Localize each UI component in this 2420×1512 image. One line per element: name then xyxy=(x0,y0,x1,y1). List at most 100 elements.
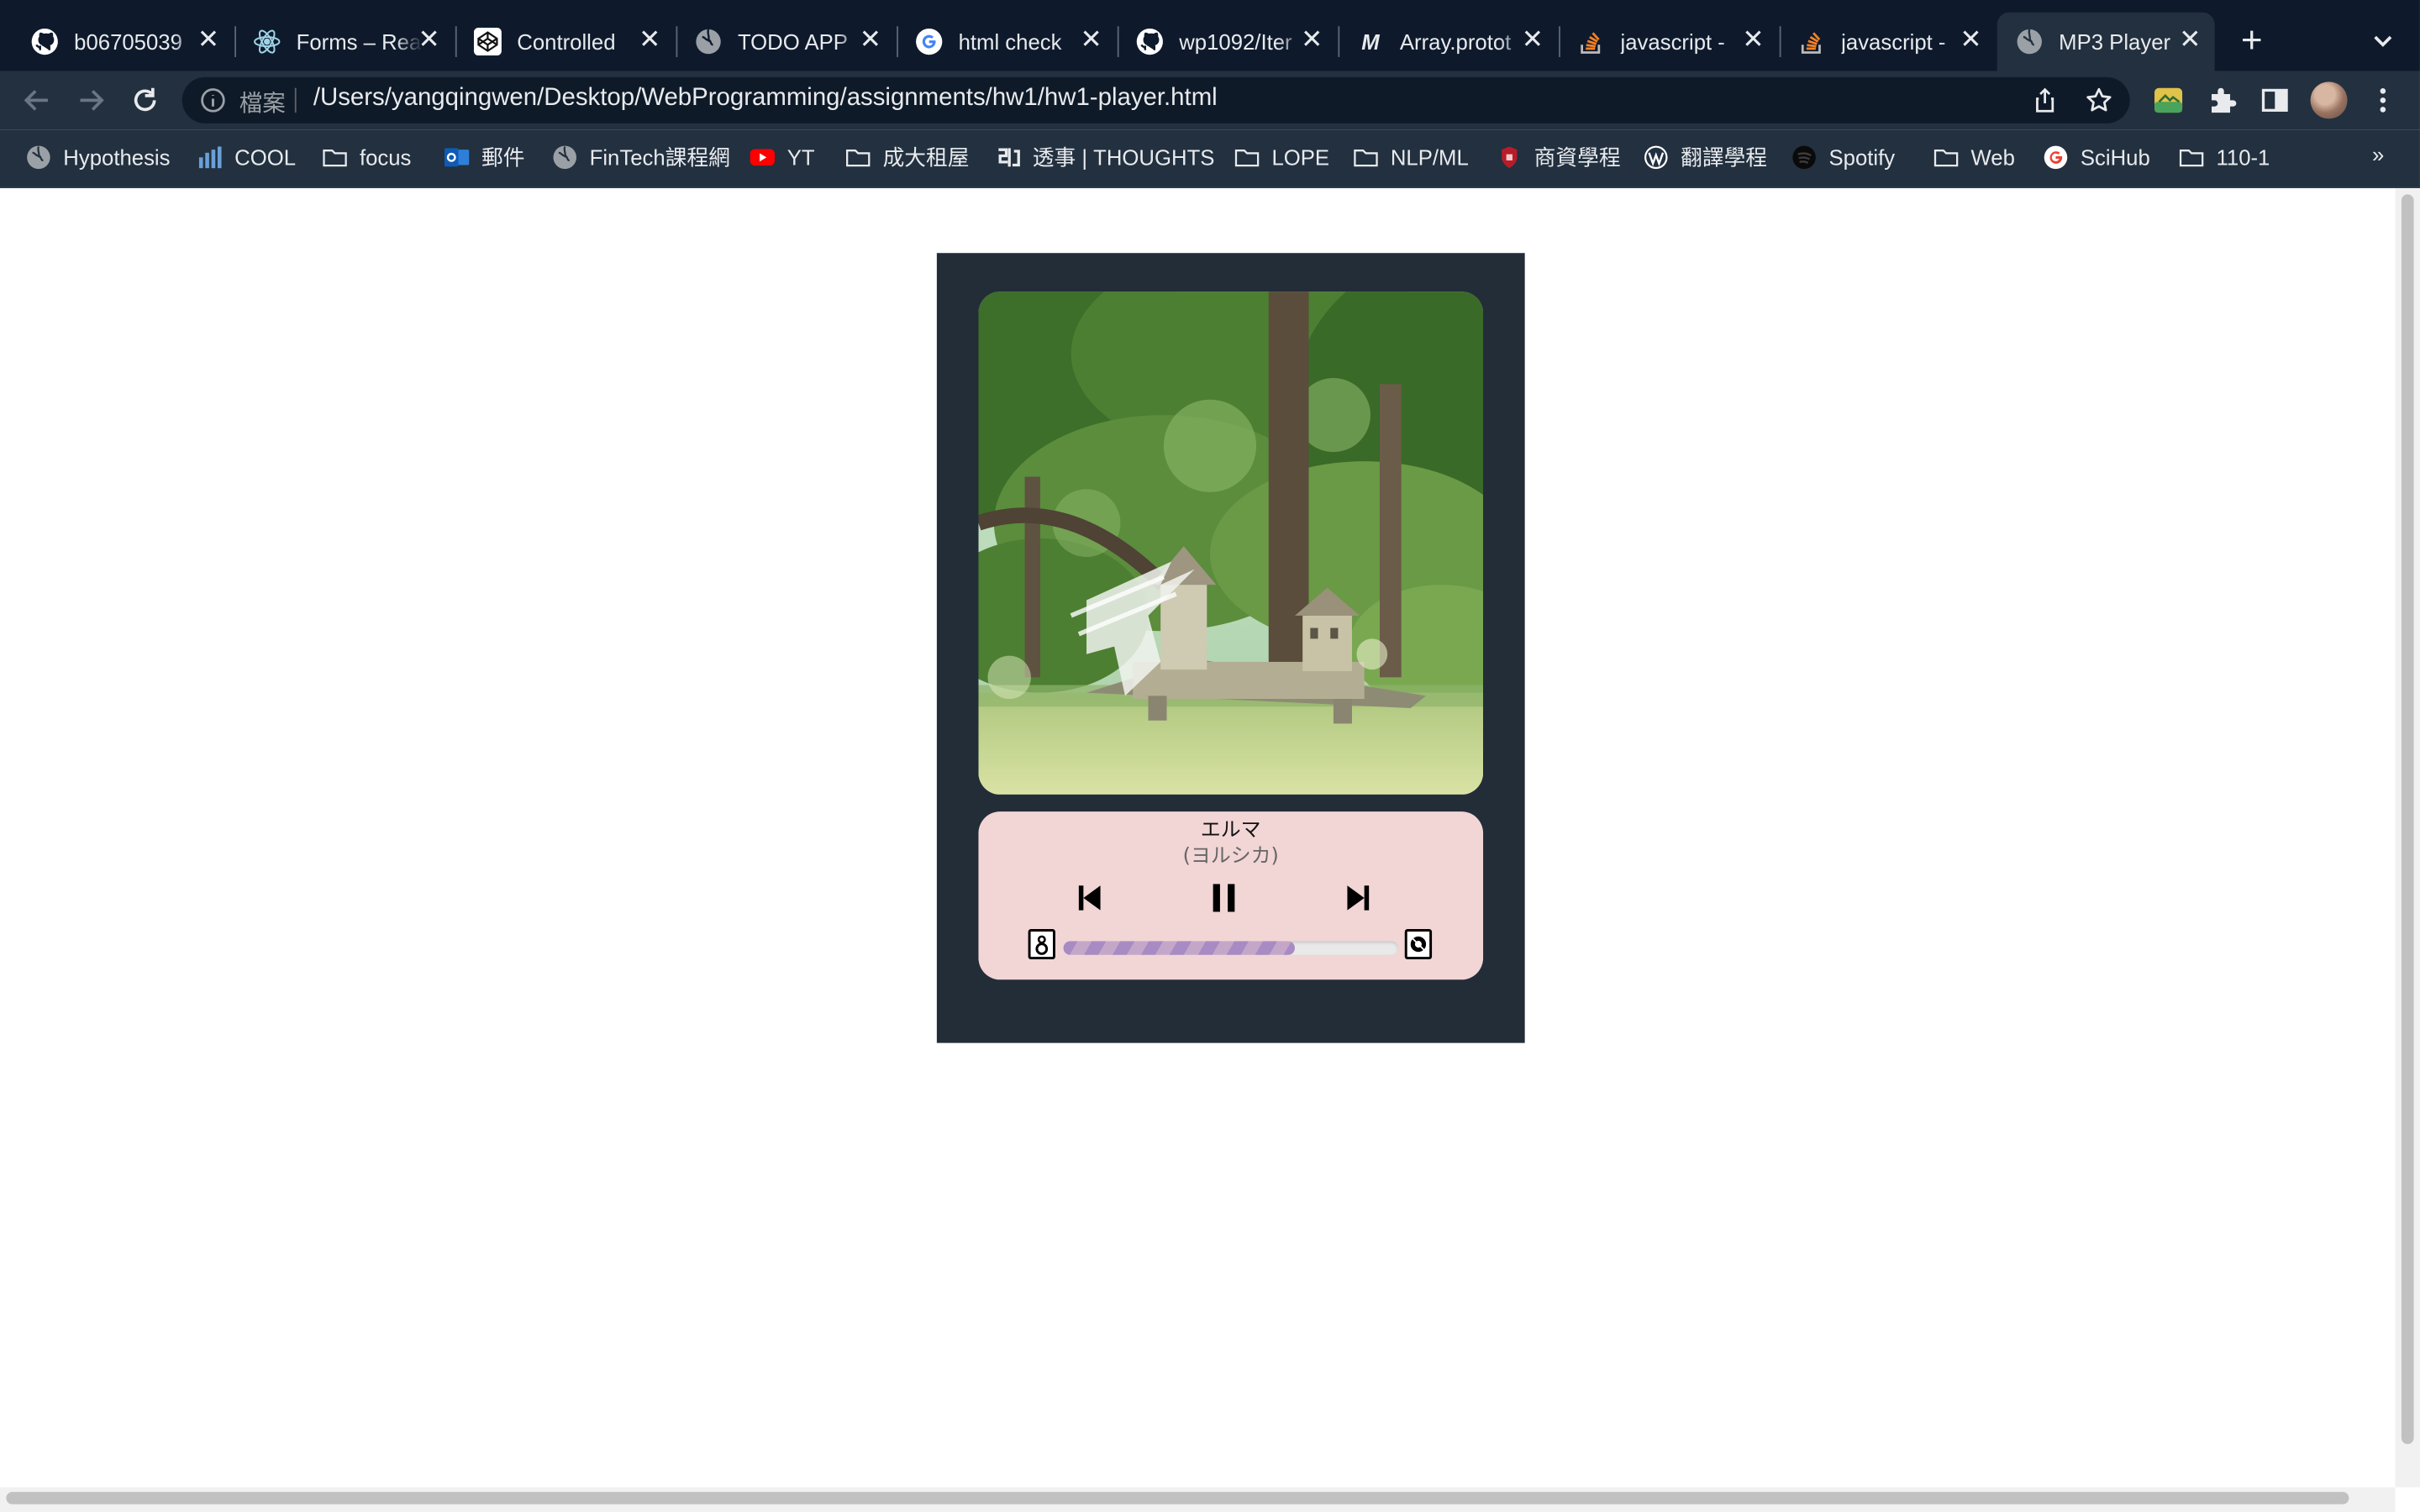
star-icon[interactable] xyxy=(2085,87,2112,114)
next-button[interactable] xyxy=(1339,879,1376,916)
bookmark-label: COOL xyxy=(234,144,297,171)
bookmark-spotify[interactable]: Spotify xyxy=(1791,142,1895,173)
tab-javascript-1[interactable]: javascript - ✕ xyxy=(1559,13,1778,71)
bookmarks-bar: Hypothesis COOL focus 郵件 FinTech課程網 YT 成… xyxy=(0,129,2420,189)
tab-b06705039[interactable]: b06705039 ✕ xyxy=(13,13,234,71)
close-icon[interactable]: ✕ xyxy=(417,26,441,52)
song-artist: (ヨルシカ) xyxy=(1182,845,1279,869)
url-text[interactable]: /Users/yangqingwen/Desktop/WebProgrammin… xyxy=(313,85,1218,113)
share-icon[interactable] xyxy=(2031,87,2059,114)
tab-todo-app[interactable]: TODO APP ✕ xyxy=(676,13,895,71)
pause-button[interactable] xyxy=(1205,879,1242,916)
menu-icon[interactable] xyxy=(2370,83,2395,117)
bookmark-focus[interactable]: focus xyxy=(323,142,412,173)
info-icon[interactable] xyxy=(201,88,225,113)
bookmark-lope[interactable]: LOPE xyxy=(1234,142,1329,173)
close-icon[interactable]: ✕ xyxy=(1520,26,1544,52)
globe-icon xyxy=(553,145,577,170)
browser-window: b06705039 ✕ Forms – React ✕ Controlled ✕… xyxy=(0,0,2420,1512)
album-cover xyxy=(978,291,1484,795)
bookmark-label: NLP/ML xyxy=(1390,144,1469,171)
google-icon xyxy=(915,28,943,55)
bookmark-label: 翻譯學程 xyxy=(1681,144,1768,171)
page-content: エルマ (ヨルシカ) xyxy=(0,188,2420,1512)
bookmark-thoughts[interactable]: 透事 | THOUGHTS xyxy=(996,142,1215,173)
toolbar: 檔案 /Users/yangqingwen/Desktop/WebProgram… xyxy=(0,71,2420,130)
tab-html-check[interactable]: html check ✕ xyxy=(897,13,1116,71)
bookmark-nlp-ml[interactable]: NLP/ML xyxy=(1354,142,1469,173)
forward-button[interactable] xyxy=(74,83,108,117)
tab-wp1092[interactable]: wp1092/Iter ✕ xyxy=(1118,13,1337,71)
new-tab-button[interactable]: + xyxy=(2232,21,2272,62)
close-icon[interactable]: ✕ xyxy=(196,26,220,52)
tab-mp3-player[interactable]: MP3 Player ✕ xyxy=(1996,12,2215,71)
speaker-low-icon[interactable] xyxy=(1028,929,1055,960)
back-button[interactable] xyxy=(20,83,54,117)
album-cover-image xyxy=(978,291,1484,795)
progress-bar[interactable] xyxy=(1063,941,1399,955)
horizontal-scrollbar-thumb[interactable] xyxy=(6,1492,2349,1504)
tab-title: MP3 Player xyxy=(2059,29,2171,55)
avatar[interactable] xyxy=(2310,81,2348,119)
bookmark-web[interactable]: Web xyxy=(1933,142,2015,173)
close-icon[interactable]: ✕ xyxy=(1079,26,1103,52)
extension-icon[interactable] xyxy=(2153,85,2184,116)
bookmark-label: focus xyxy=(359,144,412,171)
codepen-icon xyxy=(473,28,502,56)
divider xyxy=(294,87,297,113)
bookmark-label: SciHub xyxy=(2080,144,2150,171)
globe-icon xyxy=(695,28,723,55)
reload-button[interactable] xyxy=(128,83,161,117)
puzzle-icon[interactable] xyxy=(2207,85,2238,116)
bookmark-label: 成大租屋 xyxy=(882,144,970,171)
address-bar[interactable]: 檔案 /Users/yangqingwen/Desktop/WebProgram… xyxy=(182,76,2130,123)
github-icon xyxy=(31,28,59,55)
bookmark-label: FinTech課程網 xyxy=(589,144,730,171)
close-icon[interactable]: ✕ xyxy=(2178,26,2202,52)
bookmark-label: Web xyxy=(1970,144,2015,171)
bookmarks-overflow-button[interactable]: » xyxy=(2372,142,2384,166)
tab-search-button[interactable] xyxy=(2366,24,2400,58)
close-icon[interactable]: ✕ xyxy=(1300,26,1324,52)
close-icon[interactable]: ✕ xyxy=(1959,26,1983,52)
progress-fill xyxy=(1063,941,1295,955)
bookmark-business[interactable]: 商資學程 xyxy=(1497,142,1621,173)
pause-icon xyxy=(1213,884,1235,912)
shield-icon xyxy=(1497,145,1522,170)
cool-icon xyxy=(197,145,222,170)
tab-title: b06705039 xyxy=(74,29,182,55)
close-icon[interactable]: ✕ xyxy=(1741,26,1765,52)
close-icon[interactable]: ✕ xyxy=(858,26,882,52)
google-icon xyxy=(2044,145,2068,170)
tab-array-prototype[interactable]: M Array.protot ✕ xyxy=(1338,13,1557,71)
vertical-scrollbar-thumb[interactable] xyxy=(2401,194,2414,1445)
tab-title: javascript - xyxy=(1841,29,1946,55)
tab-controlled[interactable]: Controlled ✕ xyxy=(455,13,675,71)
bookmark-mail[interactable]: 郵件 xyxy=(444,142,524,173)
close-icon[interactable]: ✕ xyxy=(638,26,662,52)
bookmark-label: 透事 | THOUGHTS xyxy=(1032,144,1215,171)
folder-icon xyxy=(2179,145,2204,170)
bookmark-hypothesis[interactable]: Hypothesis xyxy=(26,142,171,173)
previous-button[interactable] xyxy=(1071,879,1108,916)
bookmark-110-1[interactable]: 110-1 xyxy=(2179,142,2270,173)
spotify-icon xyxy=(1791,145,1816,170)
tab-javascript-2[interactable]: javascript - ✕ xyxy=(1780,13,1996,71)
globe-icon xyxy=(26,145,50,170)
bookmark-fintech[interactable]: FinTech課程網 xyxy=(553,142,730,173)
thoughts-icon xyxy=(996,145,1020,170)
arrow-left-icon xyxy=(24,90,48,111)
bookmark-translation[interactable]: 翻譯學程 xyxy=(1644,142,1767,173)
bookmark-rent[interactable]: 成大租屋 xyxy=(846,142,970,173)
tab-forms-react[interactable]: Forms – React ✕ xyxy=(234,13,454,71)
tab-title: TODO APP xyxy=(737,29,848,55)
bookmark-scihub[interactable]: SciHub xyxy=(2044,142,2150,173)
reload-icon xyxy=(134,87,156,112)
wordpress-icon xyxy=(1644,145,1668,170)
folder-icon xyxy=(846,145,871,170)
side-panel-icon[interactable] xyxy=(2260,85,2291,116)
bookmark-cool[interactable]: COOL xyxy=(197,142,296,173)
bookmark-label: 商資學程 xyxy=(1534,144,1621,171)
bookmark-yt[interactable]: YT xyxy=(750,142,815,173)
speaker-high-icon[interactable] xyxy=(1404,929,1433,960)
